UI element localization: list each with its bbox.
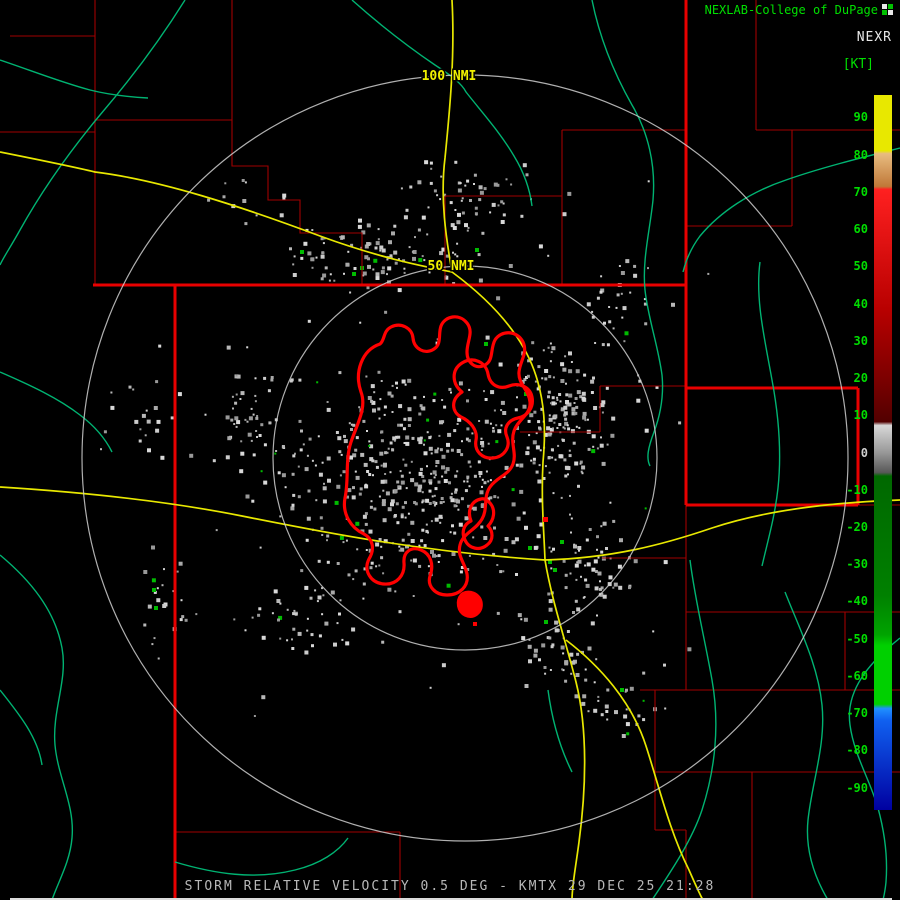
county-borders: [0, 0, 900, 900]
brand: NEXLAB-College of DuPage: [705, 3, 894, 17]
product-code-label: NEXR: [856, 30, 892, 45]
range-ring-label-50: 50 NMI: [428, 259, 475, 274]
cod-logo-icon: [882, 4, 893, 15]
radar-echoes: [100, 160, 710, 738]
caption: STORM RELATIVE VELOCITY 0.5 DEG - KMTX 2…: [184, 879, 716, 894]
brand-text: NEXLAB-College of DuPage: [704, 3, 878, 17]
units-label: [KT]: [842, 57, 874, 72]
river-lines: [0, 0, 900, 900]
highway-lines: [0, 0, 900, 900]
radar-screen: 100 NMI 50 NMI NEXLAB-College of DuPage …: [0, 0, 900, 900]
colorbar: [874, 95, 892, 810]
range-ring-label-100: 100 NMI: [422, 69, 477, 84]
range-rings: [81, 74, 849, 842]
radar-map-canvas: 100 NMI 50 NMI: [0, 0, 900, 900]
